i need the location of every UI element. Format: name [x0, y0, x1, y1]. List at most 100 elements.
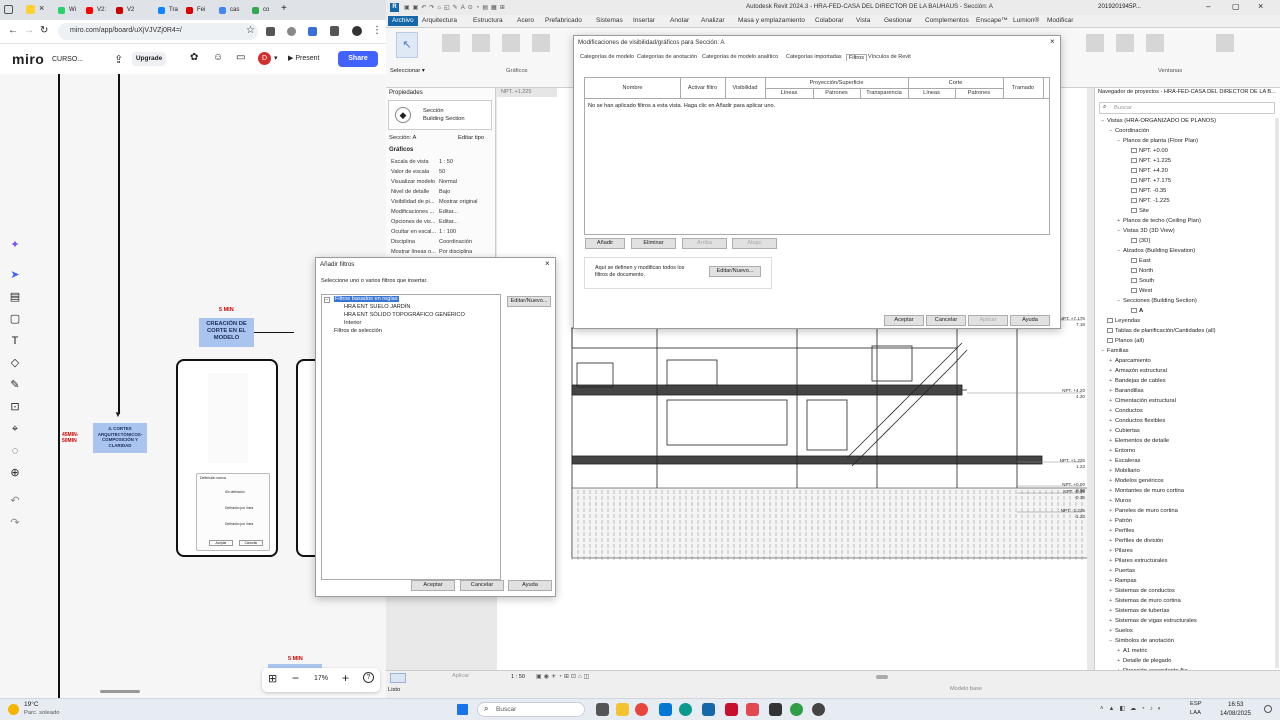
view-control-icons[interactable]: ▣◉☀◔⊞⊡⌂◫	[536, 673, 591, 680]
tree-item[interactable]: + Bandejas de cables	[1109, 378, 1166, 384]
tree-item[interactable]: − Vistas (HRA-ORGANIZADO DE PLANOS)	[1101, 118, 1216, 124]
ribbon-tool-icon[interactable]	[1146, 34, 1164, 52]
property-value[interactable]: 1 : 50	[439, 159, 453, 165]
tree-item[interactable]: + Armazón estructural	[1109, 368, 1167, 374]
vg-close-icon[interactable]: ×	[1050, 37, 1055, 46]
zoom-level[interactable]: 17%	[314, 675, 328, 682]
select-cursor-icon[interactable]: ➤	[7, 267, 23, 283]
zoom-out-button[interactable]: −	[292, 671, 299, 685]
board-name[interactable]: CURSO...	[52, 56, 88, 63]
tree-item[interactable]: West	[1125, 288, 1152, 294]
tree-item[interactable]: A	[1125, 308, 1143, 314]
comment-tool-icon[interactable]: ◌	[7, 443, 23, 459]
add-edit-new-button[interactable]: Editar/Nuevo...	[507, 296, 551, 307]
property-value[interactable]: Coordinación	[439, 239, 472, 245]
sticky-note-icon[interactable]: ▢	[7, 311, 23, 327]
selection-filters-node[interactable]: Filtros de selección	[334, 328, 382, 334]
add-cancel-button[interactable]: Cancelar	[460, 580, 504, 591]
bookmark-star-icon[interactable]: ☆	[246, 25, 255, 36]
move-up-button[interactable]: Arriba	[682, 238, 727, 249]
start-button[interactable]	[457, 704, 468, 715]
autocad-icon[interactable]	[725, 703, 738, 716]
add-filters-close-icon[interactable]: ×	[545, 259, 550, 268]
ribbon-tab[interactable]: Arquitectura	[422, 17, 457, 24]
tree-item[interactable]: + Montantes de muro cortina	[1109, 488, 1184, 494]
property-value[interactable]: Editar...	[439, 219, 458, 225]
forward-icon[interactable]: →	[24, 25, 34, 36]
filter-item[interactable]: HRA ENT SÓLIDO TOPOGRÁFICO GENÉRICO	[344, 312, 465, 318]
tree-item[interactable]: + Suelos	[1109, 628, 1133, 634]
property-row[interactable]: Visualizar modelo Normal	[386, 178, 496, 188]
ribbon-tool-icon[interactable]	[532, 34, 550, 52]
view-scale[interactable]: 1 : 50	[511, 674, 525, 680]
property-row[interactable]: Disciplina Coordinación	[386, 238, 496, 248]
tree-item[interactable]: + Perfiles de división	[1109, 538, 1163, 544]
browser-menu-dots-icon[interactable]: ⋮	[372, 25, 382, 36]
clock-time[interactable]: 16:53	[1228, 701, 1243, 708]
tree-item[interactable]: + Mobiliario	[1109, 468, 1140, 474]
filter-item[interactable]: Interior	[344, 320, 361, 326]
notification-icon[interactable]	[1264, 705, 1272, 713]
share-button[interactable]: Share	[338, 51, 378, 67]
level-name[interactable]: NPT. +4.20	[1045, 388, 1085, 393]
vg-apply-button[interactable]: Aplicar	[968, 315, 1008, 326]
instance-dropdown[interactable]: Sección: A	[389, 135, 416, 141]
ribbon-tab[interactable]: Modificar	[1047, 17, 1073, 24]
filters-tree[interactable]: − Filtros basados en reglas HRA ENT SUEL…	[321, 294, 501, 580]
tree-item[interactable]: + Barandillas	[1109, 388, 1144, 394]
vg-tab[interactable]: Vínculos de Revit	[868, 54, 911, 60]
property-row[interactable]: Opciones de vis... Editar...	[386, 218, 496, 228]
quick-access-toolbar[interactable]: ▣▣↶↷⌂◱✎A⊙◔▤▦⊞	[404, 4, 554, 11]
property-value[interactable]: Por disciplina	[439, 249, 472, 255]
profile-icon[interactable]	[352, 26, 362, 36]
property-row[interactable]: Escala de vista 1 : 50	[386, 158, 496, 168]
tree-item[interactable]: + Detalle de plegado	[1117, 658, 1171, 664]
tree-item[interactable]: Site	[1125, 208, 1149, 214]
tree-item[interactable]: − Símbolos de anotación	[1109, 638, 1174, 644]
edit-type-button[interactable]: Editar tipo	[458, 135, 484, 141]
design-model-selector[interactable]: Modelo base	[950, 686, 982, 692]
tree-item[interactable]: + Paneles de muro cortina	[1109, 508, 1178, 514]
vg-ok-button[interactable]: Aceptar	[884, 315, 924, 326]
ribbon-tab[interactable]: Sistemas	[596, 17, 623, 24]
close-tab-icon[interactable]: ×	[39, 3, 44, 13]
acrobat-icon[interactable]	[746, 703, 759, 716]
tree-item[interactable]: + Patrón	[1109, 518, 1132, 524]
property-row[interactable]: Valor de escala 50	[386, 168, 496, 178]
ai-sparkle-icon[interactable]: ✦	[7, 237, 23, 253]
tree-item[interactable]: + Sistemas de vigas estructurales	[1109, 618, 1197, 624]
redo-icon[interactable]: ↷	[7, 515, 23, 531]
tree-item[interactable]: + Cubiertas	[1109, 428, 1140, 434]
ribbon-tool-icon[interactable]	[1116, 34, 1134, 52]
tree-item[interactable]: − Vistas 3D (3D View)	[1117, 228, 1175, 234]
rule-based-filters-node[interactable]: Filtros basados en reglas	[334, 296, 399, 302]
revit-taskbar-icon[interactable]	[702, 703, 715, 716]
fit-screen-icon[interactable]: ⊞	[268, 672, 277, 685]
language-indicator[interactable]: ESP	[1190, 701, 1202, 707]
tree-item[interactable]: Tablas de planificación/Cantidades (all)	[1101, 328, 1216, 334]
tree-item[interactable]: − Secciones (Building Section)	[1117, 298, 1197, 304]
revit-user[interactable]: 2019201945P...	[1098, 3, 1158, 10]
tree-item[interactable]: NPT. +1.225	[1125, 158, 1171, 164]
export-icon[interactable]: ⇪	[114, 53, 123, 66]
edge-icon[interactable]	[679, 703, 692, 716]
back-icon[interactable]: ←	[8, 25, 18, 36]
vg-tab[interactable]: Categorías importadas	[786, 54, 842, 60]
tree-item[interactable]: + Modelos genéricos	[1109, 478, 1164, 484]
minimize-button[interactable]: –	[1206, 2, 1210, 11]
undo-icon[interactable]: ↶	[7, 493, 23, 509]
vg-tab[interactable]: Categorías de modelo analítico	[702, 54, 778, 60]
miro-logo[interactable]: miro	[12, 51, 44, 67]
ribbon-tab[interactable]: Acero	[517, 17, 534, 24]
vg-tab[interactable]: Categorías de anotación	[637, 54, 697, 60]
ribbon-tab[interactable]: Anotar	[670, 17, 689, 24]
tree-item[interactable]: + Sistemas de muro cortina	[1109, 598, 1181, 604]
browser-tab[interactable]: Tra	[154, 3, 180, 18]
remove-filter-button[interactable]: Eliminar	[631, 238, 676, 249]
tree-item[interactable]: + Sistemas de tuberías	[1109, 608, 1169, 614]
cortes-card[interactable]: 4. CORTES ARQUITECTÓNICOS- COMPOSICIÓN Y…	[93, 423, 147, 453]
tree-item[interactable]: + Elementos de detalle	[1109, 438, 1169, 444]
tree-item[interactable]: + Escaleras	[1109, 458, 1140, 464]
tree-item[interactable]: + Muros	[1109, 498, 1131, 504]
level-name[interactable]: NPT. -0.35	[1045, 489, 1085, 494]
